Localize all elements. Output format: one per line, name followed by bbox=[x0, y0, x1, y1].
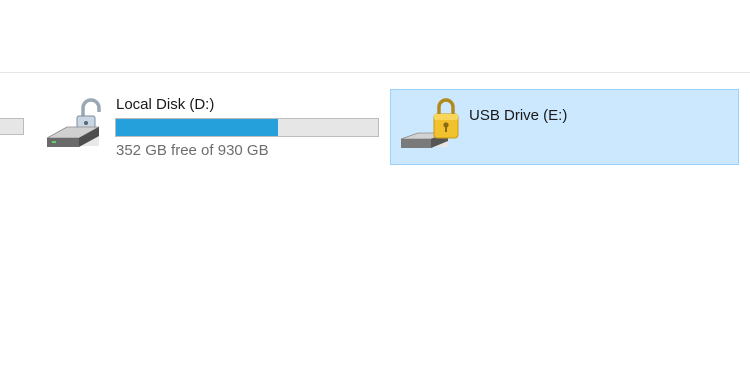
drive-usage-fill bbox=[116, 119, 279, 136]
drive-tile-local-disk-d[interactable]: Local Disk (D:) 352 GB free of 930 GB bbox=[38, 89, 383, 165]
drive-free-space: 352 GB free of 930 GB bbox=[116, 142, 269, 159]
unlocked-drive-icon bbox=[43, 94, 107, 158]
drive-usage-bar bbox=[115, 118, 379, 137]
drive-name: Local Disk (D:) bbox=[116, 96, 215, 113]
drive-tile-usb-drive-e[interactable]: USB Drive (E:) bbox=[390, 89, 739, 165]
locked-usb-drive-icon bbox=[398, 95, 462, 159]
section-divider bbox=[0, 72, 750, 73]
drive-name: USB Drive (E:) bbox=[469, 107, 568, 124]
previous-drive-usage-bar bbox=[0, 118, 24, 135]
